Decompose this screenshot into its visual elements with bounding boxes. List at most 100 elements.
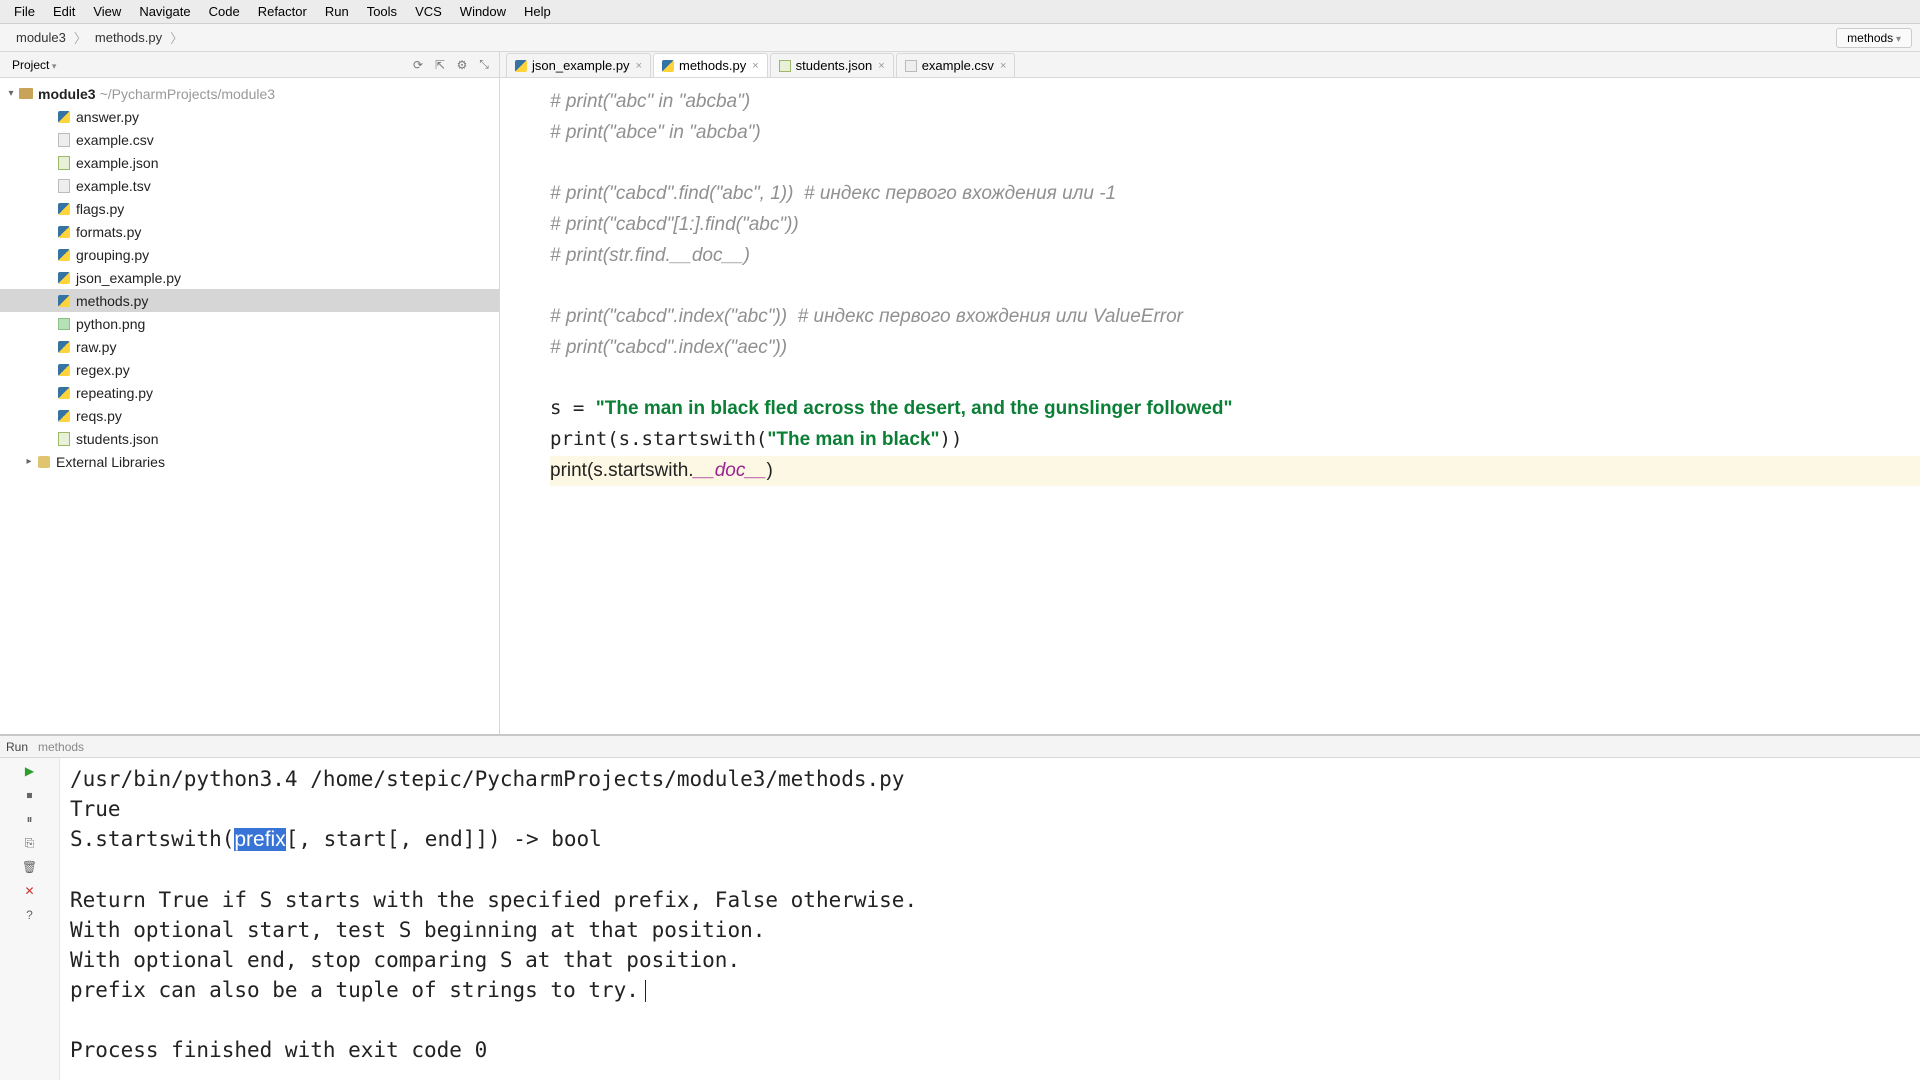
editor-tab[interactable]: example.csv× [896, 53, 1016, 77]
menu-help[interactable]: Help [516, 2, 559, 21]
console-output[interactable]: /usr/bin/python3.4 /home/stepic/PycharmP… [60, 758, 1920, 1080]
file-icon [515, 60, 527, 72]
tree-file[interactable]: raw.py [0, 335, 499, 358]
tree-file-label: example.tsv [76, 175, 151, 197]
tree-file[interactable]: python.png [0, 312, 499, 335]
tree-root-label: module3 [38, 83, 96, 105]
file-icon [58, 295, 70, 307]
chevron-right-icon: 〉 [170, 28, 183, 47]
file-icon [58, 156, 70, 170]
chevron-right-icon[interactable]: ▸ [22, 451, 36, 473]
refresh-icon[interactable]: ⟳ [409, 56, 427, 74]
main-area: Project ⟳ ⇱ ⚙ ⤡ ▾ module3 ~/PycharmProje… [0, 52, 1920, 734]
file-icon [58, 226, 70, 238]
trash-icon[interactable]: 🗑 [21, 858, 39, 876]
stop-icon[interactable]: ⏹ [21, 786, 39, 804]
tree-file-label: grouping.py [76, 244, 149, 266]
tab-label: students.json [796, 58, 873, 73]
run-config-name: methods [38, 740, 84, 754]
help-icon[interactable]: ? [21, 906, 39, 924]
run-config-selector[interactable]: methods [1836, 28, 1912, 48]
pause-icon[interactable]: ⏸ [21, 810, 39, 828]
file-icon [58, 341, 70, 353]
file-icon [58, 249, 70, 261]
tree-file[interactable]: methods.py [0, 289, 499, 312]
tree-file[interactable]: example.tsv [0, 174, 499, 197]
editor-tab[interactable]: json_example.py× [506, 53, 651, 77]
tree-file[interactable]: flags.py [0, 197, 499, 220]
close-icon[interactable]: × [752, 60, 758, 72]
menu-file[interactable]: File [6, 2, 43, 21]
collapse-icon[interactable]: ⇱ [431, 56, 449, 74]
project-view-selector[interactable]: Project [6, 56, 62, 74]
tree-file[interactable]: regex.py [0, 358, 499, 381]
tree-file[interactable]: grouping.py [0, 243, 499, 266]
file-icon [58, 410, 70, 422]
tree-file[interactable]: json_example.py [0, 266, 499, 289]
editor-tab[interactable]: methods.py × [653, 53, 768, 77]
menu-run[interactable]: Run [317, 2, 357, 21]
tree-file[interactable]: repeating.py [0, 381, 499, 404]
tree-file-label: example.json [76, 152, 159, 174]
run-tool-window: Run methods ▶ ⏹ ⏸ ⎘ 🗑 ✕ ? /usr/bin/pytho… [0, 734, 1920, 1080]
tree-root[interactable]: ▾ module3 ~/PycharmProjects/module3 [0, 82, 499, 105]
file-icon [58, 133, 70, 147]
menu-code[interactable]: Code [201, 2, 248, 21]
file-icon [58, 318, 70, 330]
tree-file-label: python.png [76, 313, 145, 335]
editor-pane: json_example.py×methods.py×students.json… [500, 52, 1920, 734]
file-icon [58, 432, 70, 446]
close-icon[interactable]: × [878, 60, 884, 72]
close-icon[interactable]: ✕ [21, 882, 39, 900]
tree-file-label: students.json [76, 428, 159, 450]
breadcrumb-root[interactable]: module3 [8, 28, 74, 47]
close-icon[interactable]: × [636, 60, 642, 72]
chevron-down-icon[interactable]: ▾ [4, 83, 18, 105]
project-tree[interactable]: ▾ module3 ~/PycharmProjects/module3 answ… [0, 78, 499, 477]
menu-refactor[interactable]: Refactor [250, 2, 315, 21]
tree-file[interactable]: example.csv [0, 128, 499, 151]
run-header: Run methods [0, 736, 1920, 758]
menu-window[interactable]: Window [452, 2, 514, 21]
tree-file-label: formats.py [76, 221, 141, 243]
menu-tools[interactable]: Tools [359, 2, 405, 21]
tree-file-label: answer.py [76, 106, 139, 128]
menu-edit[interactable]: Edit [45, 2, 83, 21]
tree-file-label: reqs.py [76, 405, 122, 427]
tree-file-label: json_example.py [76, 267, 181, 289]
tree-file-label: methods.py [76, 290, 148, 312]
menu-bar: File Edit View Navigate Code Refactor Ru… [0, 0, 1920, 24]
file-icon [58, 364, 70, 376]
file-icon [662, 60, 674, 72]
menu-vcs[interactable]: VCS [407, 2, 450, 21]
gear-icon[interactable]: ⚙ [453, 56, 471, 74]
hide-icon[interactable]: ⤡ [475, 56, 493, 74]
tree-file[interactable]: example.json [0, 151, 499, 174]
folder-icon [19, 88, 33, 99]
code-editor[interactable]: # print("abc" in "abcba") # print("abce"… [500, 78, 1920, 734]
menu-navigate[interactable]: Navigate [131, 2, 198, 21]
tree-file[interactable]: students.json [0, 427, 499, 450]
tree-file[interactable]: formats.py [0, 220, 499, 243]
tree-file[interactable]: reqs.py [0, 404, 499, 427]
tree-file-label: flags.py [76, 198, 124, 220]
editor-tab[interactable]: students.json × [770, 53, 894, 77]
tree-file[interactable]: answer.py [0, 105, 499, 128]
file-icon [905, 60, 917, 72]
navigation-bar: module3 〉 methods.py 〉 methods [0, 24, 1920, 52]
tree-external-libraries[interactable]: ▸ External Libraries [0, 450, 499, 473]
dump-icon[interactable]: ⎘ [21, 834, 39, 852]
file-icon [58, 387, 70, 399]
rerun-icon[interactable]: ▶ [21, 762, 39, 780]
file-icon [58, 179, 70, 193]
file-icon [779, 60, 791, 72]
file-icon [58, 203, 70, 215]
tab-label: methods.py [679, 58, 746, 73]
menu-view[interactable]: View [85, 2, 129, 21]
tree-root-path: ~/PycharmProjects/module3 [100, 83, 275, 105]
tree-file-label: raw.py [76, 336, 116, 358]
close-icon[interactable]: × [1000, 60, 1006, 72]
tree-file-label: repeating.py [76, 382, 153, 404]
breadcrumb-file[interactable]: methods.py [87, 28, 170, 47]
chevron-right-icon: 〉 [74, 28, 87, 47]
